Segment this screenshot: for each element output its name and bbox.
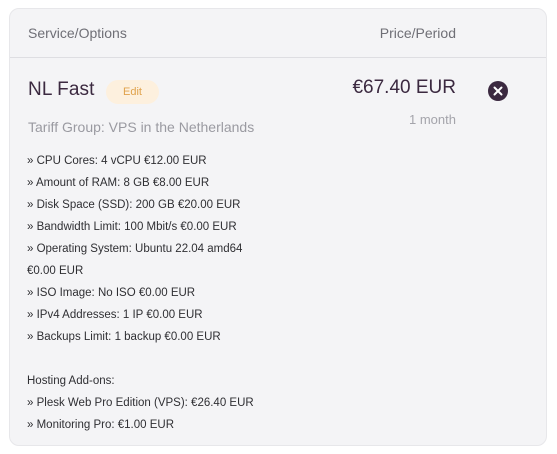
edit-button[interactable]: Edit — [106, 80, 159, 104]
option-line: » Amount of RAM: 8 GB €8.00 EUR — [27, 177, 210, 189]
option-line: » CPU Cores: 4 vCPU €12.00 EUR — [27, 155, 207, 167]
option-line: » IPv4 Addresses: 1 IP €0.00 EUR — [27, 309, 203, 321]
close-icon — [493, 86, 503, 96]
service-options-header: Service/Options — [28, 25, 127, 41]
configurable-options-list: » CPU Cores: 4 vCPU €12.00 EUR » Amount … — [27, 150, 327, 436]
addon-line: » Plesk Web Pro Edition (VPS): €26.40 EU… — [27, 397, 254, 409]
table-header: Service/Options Price/Period — [10, 9, 546, 58]
option-line: » Operating System: Ubuntu 22.04 amd64 — [27, 243, 243, 255]
option-line: €0.00 EUR — [27, 265, 84, 277]
product-price: €67.40 EUR — [352, 77, 456, 98]
billing-period: 1 month — [409, 112, 456, 127]
product-name: NL Fast — [28, 79, 95, 100]
price-period-header: Price/Period — [379, 25, 456, 41]
cart-item-panel: Service/Options Price/Period NL Fast Edi… — [9, 8, 547, 446]
option-line: » Disk Space (SSD): 200 GB €20.00 EUR — [27, 199, 241, 211]
addon-line: » Monitoring Pro: €1.00 EUR — [27, 419, 175, 431]
option-line: » ISO Image: No ISO €0.00 EUR — [27, 287, 196, 299]
option-line: » Backups Limit: 1 backup €0.00 EUR — [27, 331, 221, 343]
addons-title: Hosting Add-ons: — [27, 375, 115, 387]
tariff-group: Tariff Group: VPS in the Netherlands — [28, 119, 255, 135]
remove-item-button[interactable] — [488, 81, 508, 101]
option-line: » Bandwidth Limit: 100 Mbit/s €0.00 EUR — [27, 221, 237, 233]
